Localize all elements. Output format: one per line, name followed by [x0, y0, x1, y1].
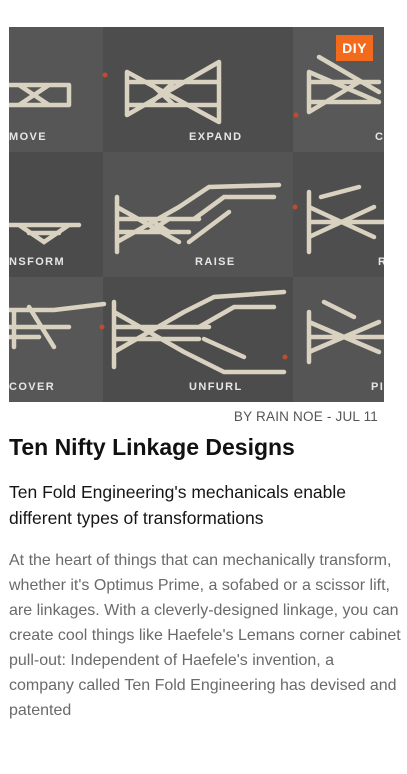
byline-date: JUL 11	[335, 409, 378, 424]
tile-label-expand: EXPAND	[189, 131, 242, 143]
byline-author[interactable]: BY RAIN NOE	[234, 409, 323, 424]
byline-separator: -	[322, 409, 336, 424]
tile-label-partial-bottom: PI	[371, 381, 384, 393]
article-hero-image[interactable]: MOVE EXPAND C NSFORM RAISE R COVER UNFUR…	[9, 27, 384, 402]
article-excerpt: At the heart of things that can mechanic…	[9, 552, 401, 719]
article-subtitle: Ten Fold Engineering's mechanicals enabl…	[9, 482, 347, 528]
tile-label-partial-middle: R	[378, 256, 384, 268]
tile-label-unfurl: UNFURL	[189, 381, 243, 393]
tile-label-raise: RAISE	[195, 256, 236, 268]
tile-label-cover: COVER	[9, 381, 55, 393]
tile-label-partial-top: C	[375, 131, 384, 143]
tile-label-transform: NSFORM	[9, 256, 65, 268]
tile-label-move: MOVE	[9, 131, 47, 143]
linkage-grid-illustration: MOVE EXPAND C NSFORM RAISE R COVER UNFUR…	[9, 27, 384, 402]
byline: BY RAIN NOE - JUL 11	[234, 409, 378, 424]
category-badge[interactable]: DIY	[336, 35, 373, 61]
article-title[interactable]: Ten Nifty Linkage Designs	[9, 434, 295, 461]
